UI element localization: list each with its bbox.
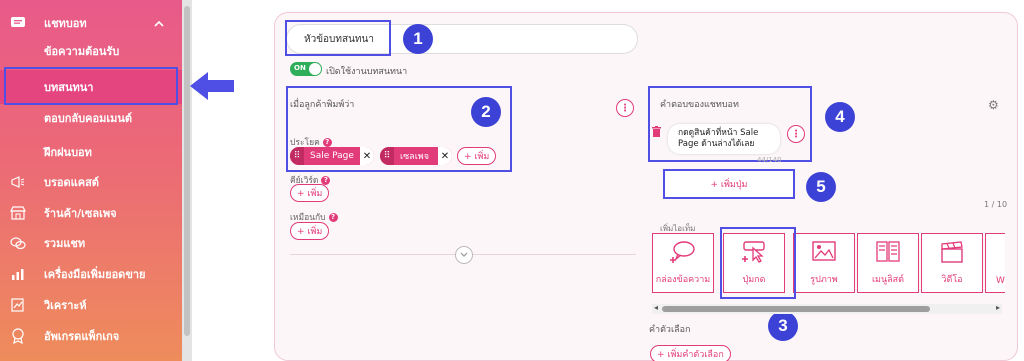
tag-label: Sale Page	[310, 151, 354, 161]
image-icon	[811, 240, 837, 268]
badge-icon	[10, 328, 26, 344]
chat-bubbles-icon	[10, 236, 26, 250]
sidebar-item-label: บรอดแคสต์	[44, 176, 99, 189]
sidebar-item-label: ฝึกฝนบอท	[44, 146, 92, 159]
pointer-arrow-icon	[188, 70, 236, 106]
sidebar-item-shop[interactable]: ร้านค้า/เซลเพจ	[0, 198, 182, 228]
add-button-label: + เพิ่มปุ่ม	[710, 180, 748, 190]
highlight-sidebar-conversation	[4, 67, 178, 105]
help-icon[interactable]: ?	[322, 137, 332, 147]
callout-badge-1: 1	[403, 24, 433, 54]
options-label: คำตัวเลือก	[649, 325, 691, 335]
sidebar-item-all-chats[interactable]: รวมแชท	[0, 228, 182, 258]
callout-badge-5: 5	[806, 172, 836, 202]
scroll-left-icon[interactable]: ◂	[654, 303, 658, 312]
add-similar-button[interactable]: + เพิ่ม	[290, 222, 330, 240]
sidebar-item-sales-tools[interactable]: เครื่องมือเพิ่มยอดขาย	[0, 259, 182, 289]
report-icon	[10, 298, 26, 312]
template-label: W	[996, 276, 1005, 286]
add-keyword-button[interactable]: + เพิ่ม	[290, 184, 330, 202]
highlight-button-template	[720, 227, 796, 299]
help-icon[interactable]: ?	[321, 175, 331, 185]
tag-label: เซลเพจ	[400, 152, 429, 162]
help-icon[interactable]: ?	[328, 212, 338, 222]
speech-bubble-plus-icon	[670, 240, 696, 268]
template-label: เมนูลิสต์	[871, 275, 904, 285]
sidebar-item-label: ตอบกลับคอมเมนต์	[44, 112, 133, 125]
sidebar-subitem-welcome[interactable]: ข้อความต้อนรับ	[0, 36, 182, 66]
add-sentence-button[interactable]: + เพิ่ม	[457, 147, 497, 165]
clapperboard-icon	[939, 240, 965, 268]
add-button-button[interactable]: + เพิ่มปุ่ม	[663, 169, 795, 199]
sidebar-item-label: รวมแชท	[44, 237, 86, 250]
toggle-label: เปิดใช้งานบทสนทนา	[326, 67, 408, 77]
sidebar-item-label: ร้านค้า/เซลเพจ	[44, 207, 117, 220]
drag-handle-icon[interactable]: ⠿	[290, 147, 304, 165]
sidebar-subitem-train-bot[interactable]: ฝึกฝนบอท	[0, 137, 182, 167]
sidebar-item-label: แชทบอท	[44, 17, 87, 30]
template-image[interactable]: รูปภาพ	[793, 233, 855, 293]
collapse-chevron-icon[interactable]	[455, 246, 473, 264]
chat-icon	[10, 16, 26, 30]
template-label: วิดีโอ	[941, 275, 963, 285]
template-video[interactable]: วิดีโอ	[921, 233, 983, 293]
character-counter: 44/140	[757, 156, 782, 164]
sidebar-item-analytics[interactable]: วิเคราะห์	[0, 290, 182, 320]
toggle-knob	[309, 63, 321, 75]
add-option-button[interactable]: + เพิ่มคำตัวเลือก	[650, 345, 731, 361]
chevron-up-icon[interactable]	[154, 17, 164, 30]
drag-handle-icon[interactable]: ⠿	[380, 147, 394, 165]
scroll-right-icon[interactable]: ▸	[996, 303, 1000, 312]
bar-chart-icon	[10, 267, 26, 281]
trigger-more-icon[interactable]: ⋮	[616, 99, 634, 117]
template-list-menu[interactable]: เมนูลิสต์	[857, 233, 919, 293]
sidebar-item-label: ข้อความต้อนรับ	[44, 45, 120, 58]
scrollbar-thumb[interactable]	[184, 6, 190, 336]
toggle-on-text: ON	[294, 64, 306, 72]
megaphone-icon	[10, 175, 26, 189]
list-menu-icon	[875, 240, 901, 268]
reply-message-text: กดดูสินค้าที่หน้า Sale Page ด้านล่างได้เ…	[678, 128, 759, 149]
trash-icon[interactable]	[652, 122, 661, 141]
sidebar: แชทบอท ข้อความต้อนรับ บทสนทนา ตอบกลับคอม…	[0, 0, 182, 361]
template-label: กล่องข้อความ	[655, 275, 711, 285]
trigger-heading: เมื่อลูกค้าพิมพ์ว่า	[290, 100, 355, 110]
pagination-text: 1 / 10	[984, 200, 1008, 209]
reply-heading: คำตอบของแชทบอท	[660, 100, 739, 110]
callout-badge-4: 4	[825, 102, 855, 132]
sidebar-item-chatbot[interactable]: แชทบอท	[0, 8, 182, 38]
templates-scrollbar[interactable]: ◂ ▸	[652, 303, 1002, 314]
sidebar-subitem-comment-reply[interactable]: ตอบกลับคอมเมนต์	[0, 103, 182, 133]
sidebar-item-label: เครื่องมือเพิ่มยอดขาย	[44, 268, 146, 281]
highlight-title	[285, 20, 391, 56]
sidebar-item-upgrade[interactable]: อัพเกรดแพ็กเกจ	[0, 321, 182, 351]
callout-badge-2: 2	[471, 97, 501, 127]
callout-badge-3: 3	[768, 311, 798, 341]
sidebar-item-label: อัพเกรดแพ็กเกจ	[44, 330, 120, 343]
sidebar-item-broadcast[interactable]: บรอดแคสต์	[0, 167, 182, 197]
enable-conversation-toggle[interactable]: ON	[290, 62, 322, 76]
reply-more-icon[interactable]: ⋮	[787, 125, 805, 143]
template-label: รูปภาพ	[810, 275, 838, 285]
sentence-tag[interactable]: ⠿ เซลเพจ ✕	[380, 147, 452, 165]
template-text-box[interactable]: กล่องข้อความ	[652, 233, 714, 293]
sidebar-scrollbar[interactable]	[182, 0, 192, 361]
sidebar-item-label: วิเคราะห์	[44, 299, 87, 312]
scrollbar-thumb[interactable]	[662, 306, 930, 312]
template-more[interactable]: W	[985, 233, 1005, 293]
store-icon	[10, 206, 26, 220]
gear-icon[interactable]: ⚙	[988, 98, 999, 112]
sentence-tag[interactable]: ⠿ Sale Page ✕	[290, 147, 374, 165]
